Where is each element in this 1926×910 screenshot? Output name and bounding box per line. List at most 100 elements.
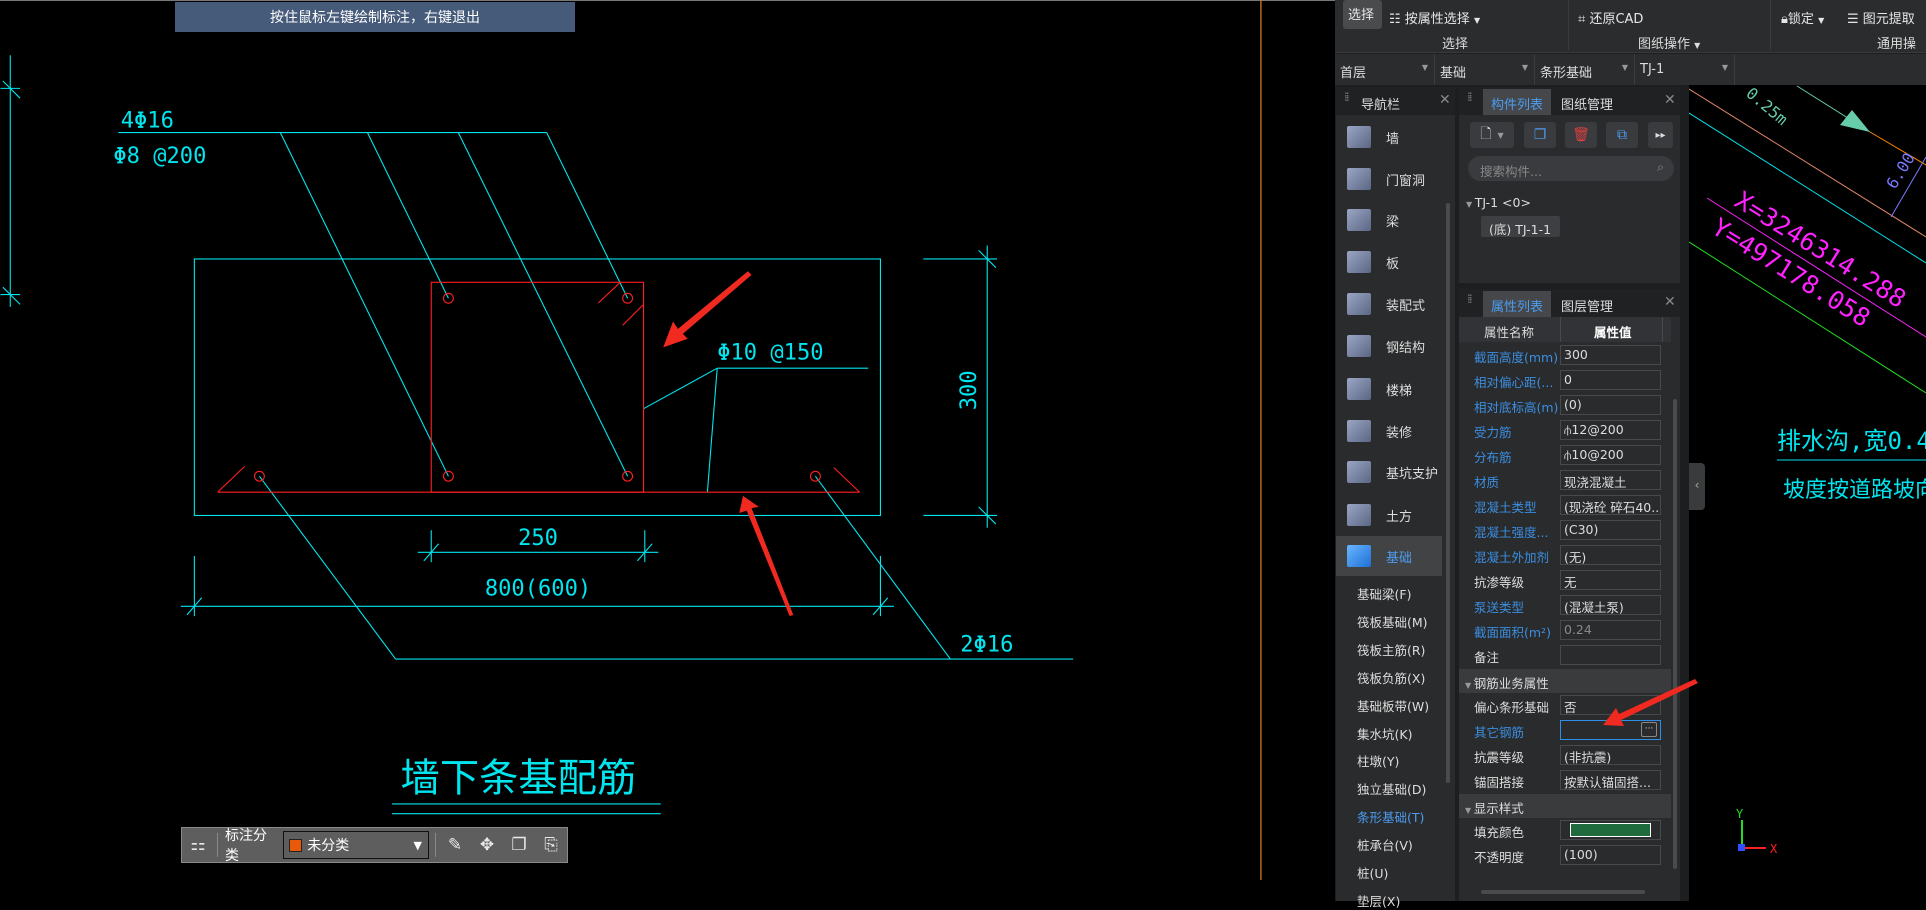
- component-select[interactable]: TJ-1 ▼: [1635, 54, 1735, 85]
- property-section-header[interactable]: ▼ 钢筋业务属性: [1459, 669, 1671, 693]
- nav-item[interactable]: 钢结构: [1336, 326, 1442, 366]
- property-value-field[interactable]: [1560, 820, 1661, 840]
- property-value-field[interactable]: [1560, 645, 1661, 665]
- distribution-rebar-label: Φ10 @150: [717, 340, 823, 366]
- chevron-down-icon: ▼: [1694, 41, 1701, 50]
- nav-sub-item[interactable]: 筏板负筋(X): [1357, 668, 1425, 687]
- tab-layer-management[interactable]: 图层管理: [1553, 291, 1621, 317]
- component-search-input[interactable]: 搜索构件... ⌕: [1468, 156, 1674, 181]
- property-value-field[interactable]: (0): [1560, 395, 1661, 415]
- grid-icon[interactable]: ⚏: [182, 835, 214, 855]
- fill-color-swatch[interactable]: [1570, 823, 1651, 837]
- nav-item[interactable]: 墙: [1336, 117, 1442, 157]
- property-value-field[interactable]: (现浇砼 碎石40...: [1560, 495, 1661, 515]
- property-vertical-scrollbar[interactable]: [1673, 399, 1677, 869]
- nav-item[interactable]: 基础: [1336, 536, 1442, 576]
- property-value-field[interactable]: 0: [1560, 370, 1661, 390]
- more-button[interactable]: ▸▸: [1648, 122, 1673, 148]
- category-label: 标注分类: [224, 828, 267, 864]
- category-select[interactable]: 基础 ▼: [1435, 54, 1535, 85]
- nav-item[interactable]: 装配式: [1336, 284, 1442, 324]
- tab-drawing-management[interactable]: 图纸管理: [1553, 89, 1621, 115]
- nav-sub-item[interactable]: 桩承台(V): [1357, 835, 1413, 854]
- property-value: 300: [1564, 347, 1588, 362]
- site-plan-drawing: 0.25m 6.00 X=3246314.288 Y=497178.058 排水…: [1689, 85, 1926, 856]
- floor-select[interactable]: 首层 ▼: [1335, 54, 1435, 85]
- nav-sub-item[interactable]: 集水坑(K): [1357, 724, 1412, 743]
- drag-handle-icon[interactable]: ⁞⁞: [1467, 91, 1472, 103]
- type-select[interactable]: 条形基础 ▼: [1535, 54, 1635, 85]
- select-button[interactable]: 选择: [1343, 0, 1382, 29]
- close-icon[interactable]: ✕: [1439, 92, 1451, 108]
- cad-canvas[interactable]: 4Φ16 Φ8 @200 Φ10 @150 2Φ16 250 800(600) …: [0, 0, 1335, 880]
- property-value-field[interactable]: (C30): [1560, 520, 1661, 540]
- property-value-field[interactable]: 0.24: [1560, 620, 1661, 640]
- nav-sub-item[interactable]: 垫层(X): [1357, 891, 1400, 910]
- property-row: 材质 现浇混凝土: [1459, 468, 1671, 493]
- foundation-rebar-drawing[interactable]: 4Φ16 Φ8 @200 Φ10 @150 2Φ16 250 800(600) …: [0, 0, 1335, 880]
- cad-canvas-right[interactable]: 0.25m 6.00 X=3246314.288 Y=497178.058 排水…: [1689, 85, 1926, 901]
- copy-to-floor-button[interactable]: ⧉: [1606, 122, 1638, 148]
- lock-button[interactable]: 🔒︎锁定 ▼: [1781, 8, 1824, 27]
- property-value-field[interactable]: 300: [1560, 345, 1661, 365]
- nav-sub-item[interactable]: 独立基础(D): [1357, 779, 1426, 798]
- property-value-field[interactable]: 现浇混凝土: [1560, 470, 1661, 490]
- property-value-field[interactable]: ···: [1560, 720, 1661, 740]
- nav-sub-item[interactable]: 基础板带(W): [1357, 696, 1429, 715]
- group-label-select: 选择: [1442, 37, 1469, 52]
- leader-line: [814, 475, 951, 660]
- delete-component-button[interactable]: 🗑︎: [1565, 122, 1597, 148]
- edit-icon[interactable]: ✎: [439, 835, 471, 855]
- nav-item[interactable]: 基坑支护: [1336, 452, 1442, 492]
- nav-item[interactable]: 装修: [1336, 411, 1442, 451]
- copy-icon[interactable]: ❐: [503, 835, 535, 855]
- collapse-panel-handle[interactable]: ‹: [1689, 463, 1705, 510]
- new-component-button[interactable]: 🗋︎ ▼: [1470, 122, 1514, 148]
- nav-item[interactable]: 梁: [1336, 200, 1442, 240]
- drawing-ops-label: 图纸操作: [1638, 37, 1691, 52]
- tab-property-list[interactable]: 属性列表: [1483, 291, 1552, 317]
- nav-sub-item[interactable]: 条形基础(T): [1357, 807, 1424, 826]
- property-value-field[interactable]: ⫛10@200: [1560, 445, 1661, 465]
- property-section-header[interactable]: ▼ 显示样式: [1459, 794, 1671, 818]
- copy-component-button[interactable]: ❐: [1524, 122, 1556, 148]
- property-value-field[interactable]: (混凝土泵): [1560, 595, 1661, 615]
- nav-sub-item[interactable]: 基础梁(F): [1357, 584, 1411, 603]
- property-value-field[interactable]: (无): [1560, 545, 1661, 565]
- property-value-field[interactable]: 按默认锚固搭...: [1560, 770, 1661, 790]
- category-dropdown[interactable]: 未分类 ▼: [283, 831, 429, 859]
- drag-handle-icon[interactable]: ⁞⁞: [1467, 293, 1472, 305]
- property-name: 截面高度(mm): [1474, 350, 1559, 365]
- drag-handle-icon[interactable]: ⁞⁞: [1344, 91, 1349, 103]
- nav-sub-item[interactable]: 筏板主筋(R): [1357, 640, 1425, 659]
- select-by-attribute-button[interactable]: ☷ 按属性选择 ▼: [1389, 8, 1480, 27]
- nav-scrollbar[interactable]: [1446, 203, 1450, 783]
- tab-component-list[interactable]: 构件列表: [1483, 89, 1552, 115]
- property-name: 偏心条形基础: [1474, 700, 1550, 715]
- nav-sub-item[interactable]: 筏板基础(M): [1357, 612, 1428, 631]
- tree-item-selected[interactable]: (底) TJ-1-1: [1481, 216, 1560, 237]
- drawing-ops-menu[interactable]: 图纸操作 ▼: [1638, 33, 1700, 52]
- nav-sub-item[interactable]: 柱墩(Y): [1357, 751, 1399, 770]
- nav-sub-item[interactable]: 桩(U): [1357, 863, 1388, 882]
- property-value-field[interactable]: (非抗震): [1560, 745, 1661, 765]
- property-value-field[interactable]: ⫛12@200: [1560, 420, 1661, 440]
- nav-item[interactable]: 门窗洞: [1336, 159, 1442, 199]
- tree-root[interactable]: ▼ TJ-1 <0>: [1466, 195, 1531, 210]
- nav-item[interactable]: 土方: [1336, 495, 1442, 535]
- nav-item[interactable]: 板: [1336, 242, 1442, 282]
- property-row: 偏心条形基础否: [1459, 693, 1671, 718]
- property-value-field[interactable]: 否: [1560, 695, 1661, 715]
- property-value: 无: [1564, 575, 1577, 590]
- close-icon[interactable]: ✕: [1664, 294, 1676, 310]
- nav-item[interactable]: 楼梯: [1336, 369, 1442, 409]
- restore-cad-button[interactable]: ⌗ 还原CAD: [1578, 8, 1643, 27]
- paste-icon[interactable]: ⎘: [535, 835, 567, 855]
- property-value-field[interactable]: 无: [1560, 570, 1661, 590]
- property-value-field[interactable]: (100): [1560, 845, 1661, 865]
- ellipsis-button[interactable]: ···: [1641, 722, 1657, 737]
- extract-button[interactable]: ☰ 图元提取: [1847, 8, 1915, 27]
- close-icon[interactable]: ✕: [1664, 92, 1676, 108]
- move-icon[interactable]: ✥: [471, 835, 503, 855]
- property-horizontal-scrollbar[interactable]: [1481, 890, 1645, 894]
